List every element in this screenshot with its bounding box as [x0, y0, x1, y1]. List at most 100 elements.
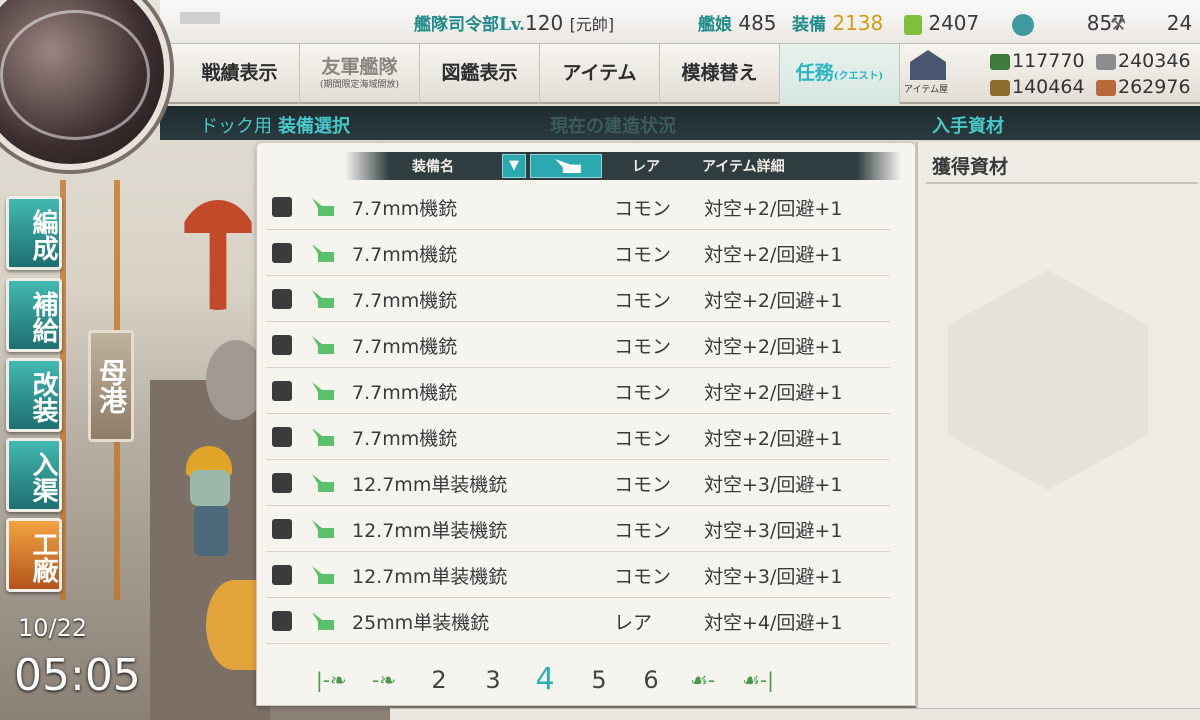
- select-checkbox[interactable]: [272, 335, 292, 355]
- record-button[interactable]: 戦績表示: [180, 44, 300, 104]
- col-detail-header: アイテム詳細: [702, 159, 785, 175]
- nav-arsenal-button[interactable]: 工廠: [6, 518, 62, 592]
- remodel-label: 模様替え: [681, 62, 758, 84]
- bucket-count: 2407: [928, 11, 980, 35]
- select-checkbox[interactable]: [272, 519, 292, 539]
- equipment-rarity: コモン: [614, 336, 672, 358]
- steel-display: 240346: [1096, 50, 1191, 72]
- machine-gun-icon: [312, 198, 334, 216]
- nav-port-button[interactable]: 母港: [88, 330, 134, 442]
- equipment-rarity: コモン: [614, 474, 672, 496]
- items-button[interactable]: アイテム: [540, 44, 660, 104]
- equipment-name: 12.7mm単装機銃: [352, 566, 508, 588]
- item-shop-button[interactable]: アイテム屋: [902, 46, 958, 102]
- shop-icon: [910, 50, 946, 80]
- ammo-display: 140464: [990, 76, 1085, 98]
- select-checkbox[interactable]: [272, 289, 292, 309]
- fairy-character: [176, 440, 246, 560]
- table-row[interactable]: 12.7mm単装機銃 コモン 対空+3/回避+1: [266, 552, 890, 598]
- machine-gun-icon: [312, 428, 334, 446]
- equipment-name: 7.7mm機銃: [352, 290, 458, 312]
- select-checkbox[interactable]: [272, 473, 292, 493]
- bucket-icon: [904, 14, 922, 35]
- equipment-detail: 対空+2/回避+1: [704, 382, 843, 404]
- select-checkbox[interactable]: [272, 197, 292, 217]
- page-4-button[interactable]: 4: [530, 662, 560, 697]
- equipment-name: 12.7mm単装機銃: [352, 474, 508, 496]
- equip-label: 装備: [792, 15, 826, 35]
- table-row[interactable]: 25mm単装機銃 レア 対空+4/回避+1: [266, 598, 890, 644]
- page-5-button[interactable]: 5: [584, 666, 614, 694]
- select-checkbox[interactable]: [272, 611, 292, 631]
- last-page-button[interactable]: ☙-|: [742, 668, 774, 692]
- type-filter-button[interactable]: [530, 154, 602, 178]
- fairy-body: [194, 506, 228, 556]
- gun-icon: [555, 159, 581, 173]
- equipment-detail: 対空+4/回避+1: [704, 612, 843, 634]
- friend-fleet-label: 友軍艦隊: [321, 56, 398, 78]
- first-page-button[interactable]: |-❧: [316, 668, 347, 692]
- table-row[interactable]: 12.7mm単装機銃 コモン 対空+3/回避+1: [266, 506, 890, 552]
- table-row[interactable]: 7.7mm機銃 コモン 対空+2/回避+1: [266, 322, 890, 368]
- bottom-strip: [390, 708, 1200, 720]
- friend-fleet-button[interactable]: 友軍艦隊 (期間限定海域開放): [300, 44, 420, 104]
- select-checkbox[interactable]: [272, 243, 292, 263]
- select-checkbox[interactable]: [272, 565, 292, 585]
- steel-icon: [1096, 53, 1116, 70]
- friend-fleet-sublabel: (期間限定海域開放): [319, 80, 400, 90]
- equipment-detail: 対空+2/回避+1: [704, 244, 843, 266]
- remodel-button[interactable]: 模様替え: [660, 44, 780, 104]
- machine-gun-icon: [312, 336, 334, 354]
- equipment-name: 7.7mm機銃: [352, 428, 458, 450]
- equipment-name: 12.7mm単装機銃: [352, 520, 508, 542]
- select-checkbox[interactable]: [272, 427, 292, 447]
- page-6-button[interactable]: 6: [636, 666, 666, 694]
- clock-date: 10/22: [18, 614, 88, 642]
- equipment-detail: 対空+2/回避+1: [704, 198, 843, 220]
- prev-page-button[interactable]: -❧: [372, 668, 396, 692]
- pagination: |-❧ -❧ 2 3 4 5 6 ☙- ☙-|: [310, 660, 810, 700]
- table-row[interactable]: 7.7mm機銃 コモン 対空+2/回避+1: [266, 184, 890, 230]
- nav-refit-button[interactable]: 改装: [6, 358, 62, 432]
- rank: [元帥]: [569, 15, 615, 34]
- top-status-bar: 艦隊司令部Lv.120 [元帥] 艦娘 485 装備 2138 2407 857…: [160, 0, 1200, 44]
- nav-repair-button[interactable]: 入渠: [6, 438, 62, 512]
- equipment-detail: 対空+3/回避+1: [704, 566, 843, 588]
- quest-button[interactable]: 任務(クエスト): [780, 44, 900, 104]
- equipment-rarity: コモン: [614, 198, 672, 220]
- devmat-icon: [1012, 13, 1034, 36]
- select-checkbox[interactable]: [272, 381, 292, 401]
- next-page-button[interactable]: ☙-: [690, 668, 715, 692]
- equipment-detail: 対空+2/回避+1: [704, 336, 843, 358]
- col-rarity-header: レア: [632, 159, 660, 175]
- ships-count: 485: [738, 11, 777, 35]
- table-row[interactable]: 7.7mm機銃 コモン 対空+2/回避+1: [266, 276, 890, 322]
- equipment-detail: 対空+2/回避+1: [704, 428, 843, 450]
- album-button[interactable]: 図鑑表示: [420, 44, 540, 104]
- equip-count: 2138: [832, 11, 884, 35]
- equipment-name: 7.7mm機銃: [352, 336, 458, 358]
- equipment-detail: 対空+2/回避+1: [704, 290, 843, 312]
- nav-supply-button[interactable]: 補給: [6, 278, 62, 352]
- hq-level-display: 艦隊司令部Lv.120 [元帥]: [414, 10, 614, 36]
- hq-level: 120: [525, 11, 564, 35]
- machine-gun-icon: [312, 382, 334, 400]
- equipment-detail: 対空+3/回避+1: [704, 520, 843, 542]
- table-row[interactable]: 7.7mm機銃 コモン 対空+2/回避+1: [266, 368, 890, 414]
- page-3-button[interactable]: 3: [478, 666, 508, 694]
- bauxite-display: 262976: [1096, 76, 1191, 98]
- equip-count-display: 装備 2138: [792, 10, 883, 36]
- ammo-value: 140464: [1012, 76, 1085, 98]
- nav-organize-button[interactable]: 編成: [6, 196, 62, 270]
- sort-dropdown-button[interactable]: ▼: [502, 154, 526, 178]
- machine-gun-icon: [312, 244, 334, 262]
- table-row[interactable]: 7.7mm機銃 コモン 対空+2/回避+1: [266, 414, 890, 460]
- screw-count: 24: [1166, 11, 1193, 35]
- equipment-medal-icon: [206, 580, 262, 670]
- col-name-header: 装備名: [412, 159, 454, 175]
- page-2-button[interactable]: 2: [424, 666, 454, 694]
- table-row[interactable]: 12.7mm単装機銃 コモン 対空+3/回避+1: [266, 460, 890, 506]
- table-row[interactable]: 7.7mm機銃 コモン 対空+2/回避+1: [266, 230, 890, 276]
- equipment-rarity: レア: [614, 612, 653, 634]
- record-label: 戦績表示: [201, 62, 278, 84]
